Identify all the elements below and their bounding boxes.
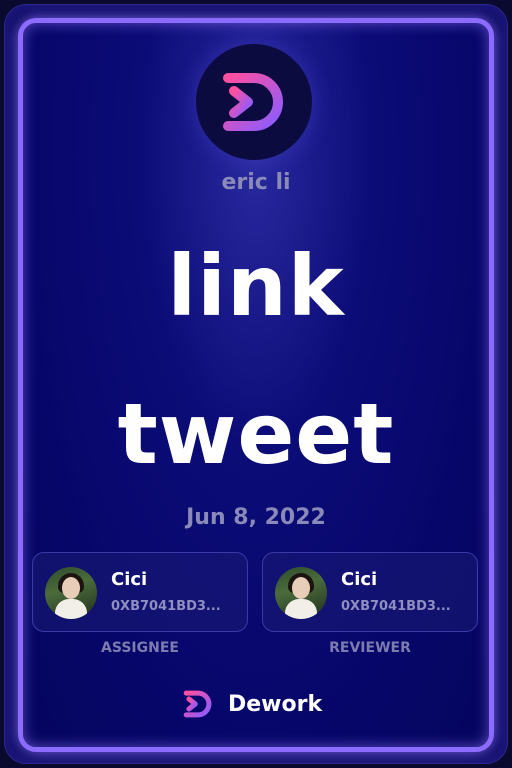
dework-logo-icon — [223, 73, 283, 131]
dework-logo-badge — [196, 44, 312, 160]
reviewer-card: Cici 0XB7041BD3... — [262, 552, 478, 632]
assignee-name: Cici — [111, 569, 148, 590]
brand-footer: Dework — [178, 684, 322, 724]
task-title-line-1: link — [167, 237, 345, 335]
dework-logo-icon — [183, 690, 212, 718]
reviewer-address: 0XB7041BD3... — [341, 599, 451, 614]
brand-name: Dework — [228, 691, 323, 717]
assignee-avatar — [45, 567, 97, 619]
task-title: link tweet — [0, 212, 512, 508]
reviewer-name: Cici — [341, 569, 378, 590]
owner-name: eric li — [221, 170, 291, 195]
assignee-role-label: ASSIGNEE — [101, 640, 179, 656]
assignee-card: Cici 0XB7041BD3... — [32, 552, 248, 632]
task-date: Jun 8, 2022 — [186, 505, 326, 530]
assignee-address: 0XB7041BD3... — [111, 599, 221, 614]
task-title-line-2: tweet — [117, 385, 395, 483]
reviewer-avatar — [275, 567, 327, 619]
reviewer-role-label: REVIEWER — [329, 640, 411, 656]
